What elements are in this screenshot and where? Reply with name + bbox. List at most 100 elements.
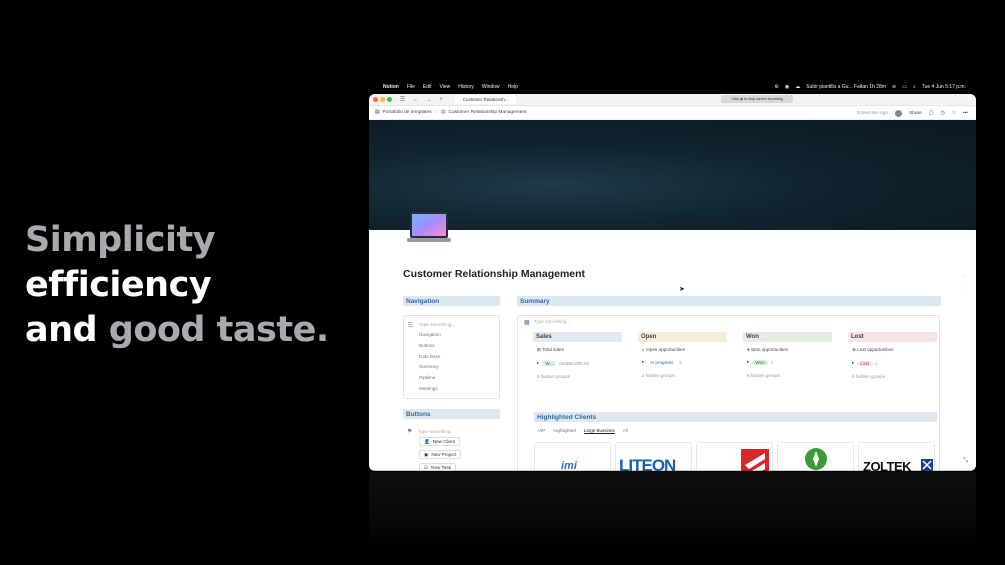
navigation-list: Navigation Buttons Data Base Summary Pip…	[419, 332, 441, 397]
summary-column-lost: Lost ⊗ Lost opportunities ▸ Lost 1 6 hidde…	[848, 332, 937, 379]
group-value: 2	[679, 359, 682, 365]
tab-highlighted[interactable]: Highlighted	[553, 428, 576, 434]
column-property[interactable]: ⊗ Lost opportunities	[852, 347, 937, 353]
window-toolbar-icons: ☰ ← → +	[394, 96, 443, 103]
client-card[interactable]: imi	[534, 442, 611, 471]
nav-link-pipeline[interactable]: Pipeline	[419, 375, 441, 386]
comment-icon[interactable]: ▢	[929, 111, 934, 116]
nav-link-summary[interactable]: Summary	[419, 364, 441, 375]
summary-placeholder[interactable]: Type something...	[534, 319, 570, 324]
highlighted-clients-heading[interactable]: Highlighted Clients	[534, 412, 937, 422]
hidden-groups[interactable]: 6 hidden groups	[747, 373, 832, 378]
nav-link-meetings[interactable]: Meetings	[419, 386, 441, 397]
column-title[interactable]: Won	[743, 332, 832, 342]
minimize-window-button[interactable]	[380, 97, 385, 102]
nav-link-navigation[interactable]: Navigation	[419, 332, 441, 343]
megaphone-icon: ⚑	[407, 429, 413, 435]
group-row[interactable]: ▸ Won 1	[747, 359, 832, 365]
navigation-heading[interactable]: Navigation	[403, 296, 500, 306]
laptop-icon	[407, 212, 451, 242]
column-title[interactable]: Sales	[533, 332, 622, 342]
menu-edit[interactable]: Edit	[423, 84, 432, 90]
cloud-icon[interactable]: ☁	[795, 84, 800, 90]
column-title[interactable]: Open	[638, 332, 727, 342]
expand-arrow-icon: ▸	[537, 360, 540, 365]
client-card[interactable]: LITEON	[615, 442, 692, 471]
close-window-button[interactable]	[373, 97, 378, 102]
navigation-block: ☰ Type something... Navigation Buttons D…	[403, 315, 500, 399]
group-value: 1	[770, 359, 774, 365]
group-row[interactable]: ▸ Lost 1	[852, 360, 937, 366]
zoom-window-button[interactable]	[387, 97, 392, 102]
navigation-placeholder[interactable]: Type something...	[419, 322, 455, 327]
tab-large-bussines[interactable]: Large Bussines	[583, 428, 615, 434]
nav-link-buttons[interactable]: Buttons	[419, 343, 441, 354]
summary-heading[interactable]: Summary	[517, 296, 941, 306]
breadcrumb-separator: /	[435, 110, 437, 115]
menu-window[interactable]: Window	[482, 84, 500, 90]
summary-column-won: Won ● Won opportunities ▸ Won 1 6 hidden g…	[743, 332, 832, 378]
group-row[interactable]: ▸ W... MX$50,000.00	[537, 360, 622, 366]
battery-icon[interactable]: ▭	[902, 84, 907, 90]
menu-help[interactable]: Help	[508, 84, 518, 90]
nav-link-data-base[interactable]: Data Base	[419, 354, 441, 365]
tagline-line-1: Simplicity	[25, 220, 216, 260]
buttons-heading[interactable]: Buttons	[403, 409, 500, 419]
page-scroll-indicator[interactable]: — - - - -	[962, 272, 970, 297]
share-button[interactable]: Share	[909, 111, 922, 116]
client-card[interactable]	[696, 442, 773, 471]
hidden-groups[interactable]: 6 hidden groups	[852, 374, 937, 379]
property-label: Won opportunities	[751, 347, 789, 352]
add-tab-icon[interactable]: +	[439, 97, 443, 103]
clients-gallery: imi LITEON ZOLTEK	[534, 442, 939, 471]
column-property[interactable]: ● Won opportunities	[747, 347, 832, 352]
client-card[interactable]: ZOLTEK	[858, 442, 935, 471]
client-logo: LITEON	[619, 456, 676, 471]
search-icon[interactable]: ⌕	[913, 84, 916, 90]
new-client-label: New Client	[432, 439, 455, 444]
sidebar-toggle-icon[interactable]: ☰	[400, 97, 405, 103]
page-title[interactable]: Customer Relationship Management	[403, 268, 585, 280]
new-client-button[interactable]: 👤 New Client	[419, 437, 460, 446]
wifi-icon[interactable]: ≋	[892, 84, 896, 90]
summary-block: ▦ Type something... Sales ⊞ Total sales …	[517, 315, 940, 471]
column-property[interactable]: ⊞ Total sales	[537, 347, 622, 353]
more-icon[interactable]: •••	[963, 111, 968, 116]
resize-corner-icon[interactable]: ⤡	[963, 458, 968, 465]
back-arrow-icon[interactable]: ←	[413, 97, 419, 103]
hidden-groups[interactable]: 2 hidden groups	[642, 373, 727, 378]
client-card[interactable]	[777, 442, 854, 471]
group-value: 1	[875, 360, 878, 366]
avatar[interactable]	[895, 109, 903, 117]
group-row[interactable]: ▸ In progress 2	[642, 359, 727, 365]
datetime[interactable]: Tue 4 Jun 5:17 p.m.	[922, 84, 966, 90]
gear-icon[interactable]: ⚙	[774, 84, 778, 90]
upload-status[interactable]: Subir plantilla a Gu... Faltan 1h 28m	[806, 84, 886, 90]
star-icon[interactable]: ☆	[952, 111, 956, 116]
column-property[interactable]: ◐ Open opportunities	[642, 347, 727, 352]
hidden-groups[interactable]: 6 hidden groups	[537, 374, 622, 379]
menu-file[interactable]: File	[407, 84, 415, 90]
status-badge: Lost	[857, 360, 872, 366]
tab-all[interactable]: All	[623, 428, 628, 434]
status-badge: W...	[542, 360, 557, 366]
menu-app-name[interactable]: Notion	[383, 84, 399, 90]
new-project-button[interactable]: ▣ New Project	[419, 450, 462, 459]
breadcrumb-current[interactable]: Customer Relationship Management	[449, 110, 527, 115]
tagline-line-2: efficiency	[25, 265, 212, 305]
clock-icon[interactable]: ◷	[940, 111, 944, 116]
notion-window: ☰ ← → + Customer Relationsh... ▤ Portafo…	[369, 94, 976, 471]
forward-arrow-icon[interactable]: →	[426, 97, 432, 103]
record-stop-icon[interactable]: ◉	[785, 84, 789, 90]
buttons-placeholder[interactable]: Type something...	[418, 429, 454, 434]
tab-vip[interactable]: VIP	[538, 428, 545, 434]
browser-tab[interactable]: Customer Relationsh...	[454, 95, 517, 104]
menu-view[interactable]: View	[440, 84, 451, 90]
page-cover[interactable]	[369, 120, 976, 230]
breadcrumb-current-icon: ▤	[440, 110, 446, 115]
menu-history[interactable]: History	[458, 84, 474, 90]
expand-arrow-icon: ▸	[747, 359, 750, 364]
breadcrumb-parent[interactable]: Portafolio de templates	[383, 110, 432, 115]
column-title[interactable]: Lost	[848, 332, 937, 342]
chart-icon: ▦	[524, 320, 530, 326]
